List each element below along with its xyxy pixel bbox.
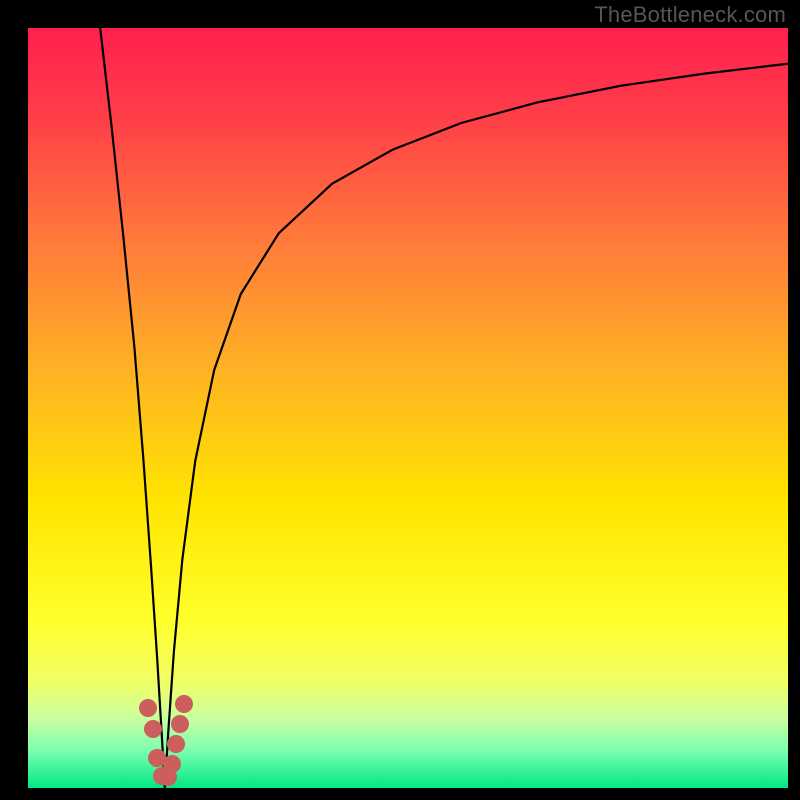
data-point-marker [167,735,185,753]
chart-frame: TheBottleneck.com [0,0,800,800]
data-point-marker [163,755,181,773]
data-point-marker [171,715,189,733]
data-point-marker [139,699,157,717]
curve-right-branch [165,64,788,788]
data-point-marker [175,695,193,713]
data-point-marker [144,720,162,738]
watermark-text: TheBottleneck.com [594,2,786,28]
plot-area [28,28,788,788]
curve-layer [28,28,788,788]
curve-left-branch [100,28,165,788]
